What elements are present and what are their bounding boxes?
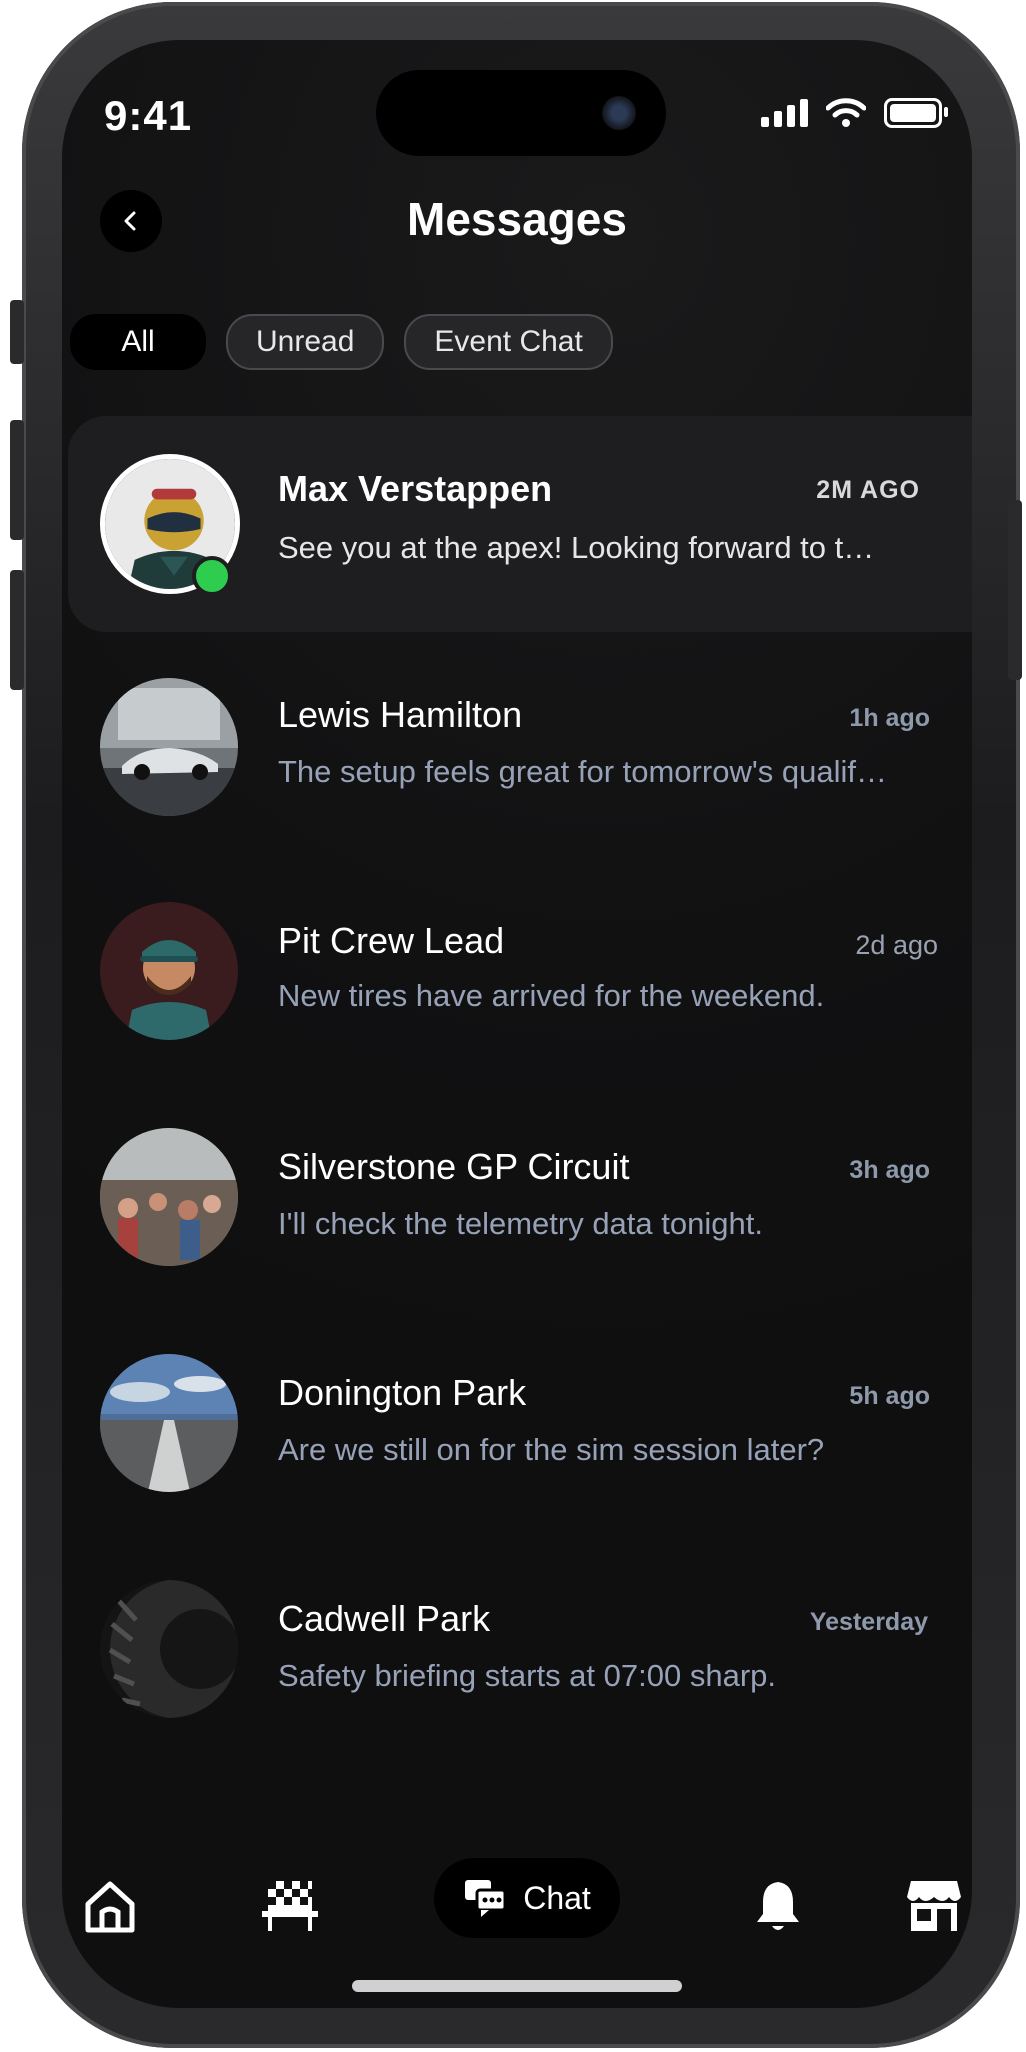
- mute-switch: [10, 300, 24, 364]
- online-indicator: [192, 556, 232, 596]
- thread-name: Silverstone GP Circuit: [278, 1146, 630, 1187]
- battery-icon: [884, 98, 948, 128]
- thread-time: 5h ago: [849, 1382, 930, 1410]
- status-time: 9:41: [104, 92, 193, 139]
- sports-car-avatar: [100, 678, 238, 816]
- nav-chat[interactable]: Chat: [434, 1858, 620, 1938]
- camera-icon: [602, 96, 636, 130]
- nav-home[interactable]: [80, 1876, 140, 1936]
- thread-name: Max Verstappen: [278, 468, 553, 509]
- thread-max-verstappen[interactable]: Max Verstappen 2M AGO See you at the ape…: [68, 416, 972, 632]
- thread-donington-park[interactable]: Donington Park 5h ago Are we still on fo…: [62, 1320, 972, 1536]
- dynamic-island: [376, 70, 666, 156]
- wifi-icon: [826, 98, 866, 127]
- thread-preview: Are we still on for the sim session late…: [278, 1432, 825, 1467]
- volume-down-button: [10, 570, 24, 690]
- thread-time: 3h ago: [849, 1156, 930, 1184]
- thread-preview: I'll check the telemetry data tonight.: [278, 1206, 763, 1241]
- road-avatar: [100, 1354, 238, 1492]
- chat-icon: [465, 1880, 507, 1917]
- thread-cadwell-park[interactable]: Cadwell Park Yesterday Safety briefing s…: [62, 1546, 972, 1762]
- tire-avatar: [100, 1580, 238, 1718]
- home-icon: [85, 1881, 135, 1933]
- thread-time: Yesterday: [809, 1608, 928, 1636]
- volume-up-button: [10, 420, 24, 540]
- thread-pit-crew-lead[interactable]: Pit Crew Lead 2d ago New tires have arri…: [62, 868, 972, 1084]
- filter-unread[interactable]: Unread: [226, 314, 385, 370]
- signal-icon: [761, 99, 808, 127]
- nav-store[interactable]: [904, 1876, 964, 1936]
- filter-chips: All Unread Event Chat: [70, 314, 613, 370]
- thread-time: 1h ago: [849, 704, 930, 732]
- thread-time: 2M AGO: [816, 476, 920, 504]
- thread-name: Pit Crew Lead: [278, 920, 505, 961]
- thread-name: Lewis Hamilton: [278, 694, 523, 735]
- mechanic-avatar: [100, 902, 238, 1040]
- checkered-flag-icon: [262, 1881, 318, 1931]
- crowd-avatar: [100, 1128, 238, 1266]
- nav-notifications[interactable]: [748, 1876, 808, 1936]
- thread-lewis-hamilton[interactable]: Lewis Hamilton 1h ago The setup feels gr…: [62, 642, 972, 858]
- thread-preview: New tires have arrived for the weekend.: [278, 978, 825, 1013]
- power-button: [1008, 500, 1022, 680]
- filter-all[interactable]: All: [70, 314, 206, 370]
- thread-name: Cadwell Park: [278, 1598, 491, 1639]
- app-screen: 9:41 Messages All Unread Event Chat Max …: [62, 40, 972, 2008]
- status-icons: [761, 98, 948, 128]
- filter-event-chat[interactable]: Event Chat: [404, 314, 613, 370]
- nav-chat-label: Chat: [523, 1879, 591, 1916]
- nav-events[interactable]: [260, 1876, 320, 1936]
- thread-preview: The setup feels great for tomorrow's qua…: [278, 754, 900, 789]
- thread-preview: Safety briefing starts at 07:00 sharp.: [278, 1658, 776, 1693]
- thread-time: 2d ago: [855, 930, 938, 960]
- store-icon: [907, 1881, 961, 1931]
- thread-preview: See you at the apex! Looking forward to …: [278, 530, 884, 565]
- page-title: Messages: [407, 193, 627, 245]
- thread-silverstone-gp-circuit[interactable]: Silverstone GP Circuit 3h ago I'll check…: [62, 1094, 972, 1310]
- thread-name: Donington Park: [278, 1372, 527, 1413]
- bell-icon: [757, 1882, 799, 1930]
- home-indicator: [352, 1980, 682, 1992]
